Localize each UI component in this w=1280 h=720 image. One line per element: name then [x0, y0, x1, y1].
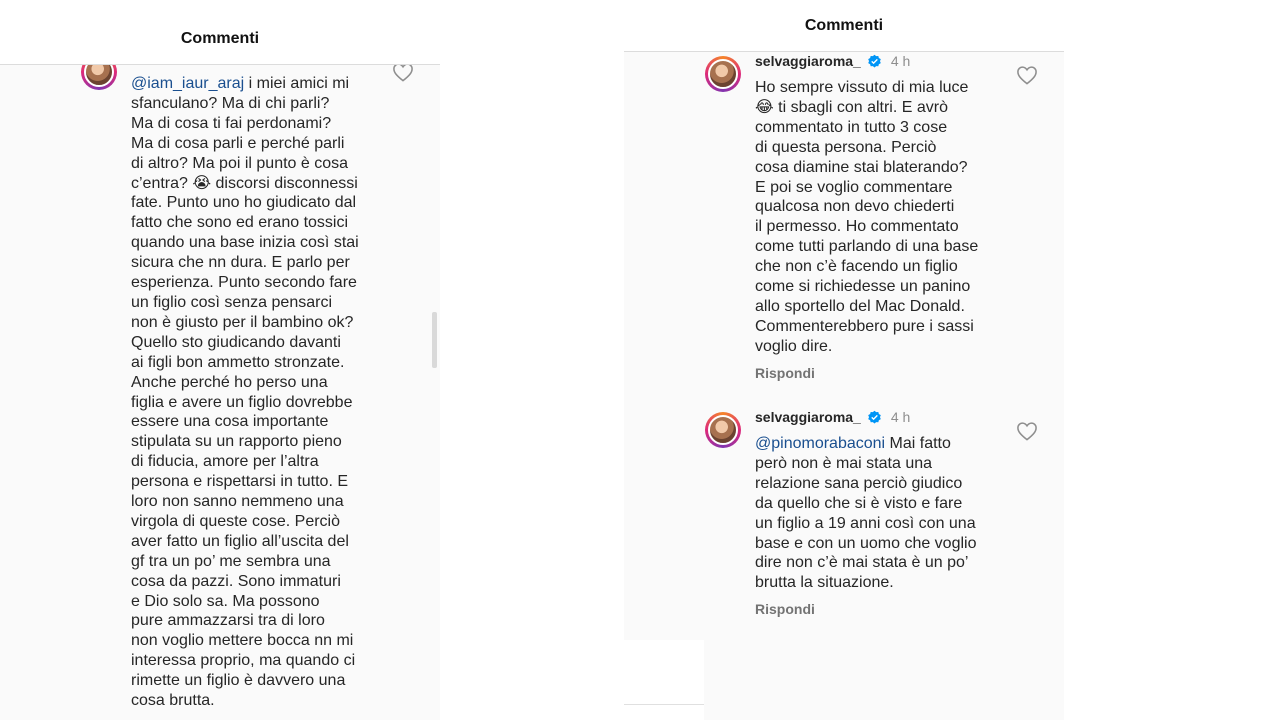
- verified-badge-icon: [868, 54, 881, 67]
- avatar[interactable]: [705, 412, 741, 448]
- header-title: Commenti: [0, 0, 440, 65]
- bottom-spacer: [624, 640, 704, 720]
- comment-body: Ho sempre vissuto di mia luce 😂 ti sbagl…: [755, 79, 979, 355]
- comment-text: @iam_iaur_araj i miei amici mi sfanculan…: [131, 74, 391, 711]
- timestamp: 4 h: [890, 409, 911, 425]
- scrollbar[interactable]: [432, 312, 437, 368]
- comment-meta: selvaggiaroma_ 4 h: [755, 53, 910, 69]
- avatar[interactable]: [705, 56, 741, 92]
- comment-text: Ho sempre vissuto di mia luce 😂 ti sbagl…: [755, 78, 1015, 357]
- reply-button[interactable]: Rispondi: [755, 365, 815, 381]
- heart-icon[interactable]: [1016, 65, 1038, 85]
- username[interactable]: selvaggiaroma_: [755, 53, 861, 69]
- mention-link[interactable]: @pinomorabaconi: [755, 435, 885, 452]
- reply-button[interactable]: Rispondi: [755, 601, 815, 617]
- verified-badge-icon: [868, 410, 881, 423]
- comment-meta: selvaggiaroma_ 4 h: [755, 409, 910, 425]
- comment-body: Mai fatto però non è mai stata una relaz…: [755, 435, 977, 592]
- comment-text: @pinomorabaconi Mai fatto però non è mai…: [755, 434, 1015, 593]
- divider: [624, 704, 704, 705]
- username[interactable]: selvaggiaroma_: [755, 409, 861, 425]
- right-comments-panel: Commenti selvaggiaroma_ 4 h Ho sempre vi…: [624, 0, 1064, 720]
- header-title: Commenti: [624, 0, 1064, 52]
- left-comments-panel: @iam_iaur_araj i miei amici mi sfanculan…: [0, 0, 440, 720]
- heart-icon[interactable]: [1016, 421, 1038, 441]
- timestamp: 4 h: [890, 53, 911, 69]
- comment-body: i miei amici mi sfanculano? Ma di chi pa…: [131, 75, 359, 710]
- mention-link[interactable]: @iam_iaur_araj: [131, 75, 244, 92]
- heart-icon[interactable]: [392, 62, 414, 82]
